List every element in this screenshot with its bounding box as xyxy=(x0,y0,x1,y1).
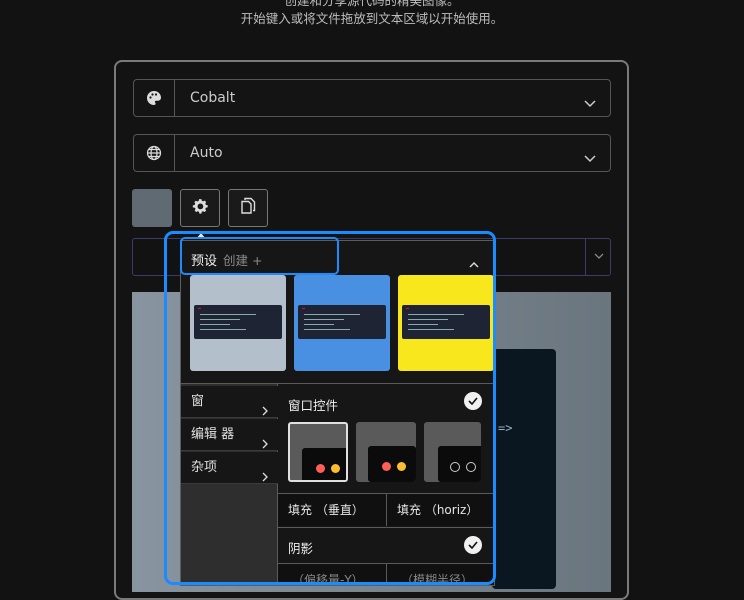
theme-select[interactable]: Cobalt xyxy=(133,79,611,117)
menu-item-misc[interactable]: 杂项 xyxy=(181,452,278,484)
padding-vertical-field[interactable]: 填充 （垂直） xyxy=(278,494,387,526)
checkmark-icon xyxy=(468,397,478,405)
copy-icon xyxy=(240,197,256,219)
preset-thumbnail[interactable] xyxy=(294,275,390,371)
shadow-offset-y-field[interactable]: （偏移量-Y） xyxy=(278,564,387,586)
presets-header[interactable]: 预设 创建 + xyxy=(181,241,494,275)
settings-button[interactable] xyxy=(180,189,220,227)
chevron-down-icon xyxy=(584,148,596,167)
padding-horizontal-field[interactable]: 填充 （horiz） xyxy=(387,494,494,526)
menu-item-editor[interactable]: 编辑 器 xyxy=(181,419,278,451)
divider xyxy=(278,527,494,528)
presets-label: 预设 xyxy=(191,254,218,269)
chevron-up-icon[interactable] xyxy=(469,253,479,272)
menu-item-label: 编辑 器 xyxy=(191,427,235,442)
intro-text-line1: 创建和分享源代码的精美图像。 xyxy=(284,0,460,8)
shadow-offset-y-placeholder: （偏移量-Y） xyxy=(292,573,364,586)
intro-text-line2: 开始键入或将文件拖放到文本区域以开始使用。 xyxy=(240,11,504,26)
copy-button[interactable] xyxy=(228,189,268,227)
language-select[interactable]: Auto xyxy=(133,134,611,172)
background-color-swatch[interactable] xyxy=(132,189,172,227)
window-style-option[interactable] xyxy=(356,422,416,482)
menu-item-window[interactable]: 窗 xyxy=(181,386,278,418)
globe-icon xyxy=(134,135,175,171)
window-controls-label: 窗口控件 xyxy=(288,398,339,413)
create-preset-button[interactable]: 创建 + xyxy=(223,250,262,269)
window-controls-toggle[interactable] xyxy=(464,392,482,410)
settings-menu: 窗 编辑 器 杂项 xyxy=(181,384,278,585)
theme-select-value: Cobalt xyxy=(190,90,236,106)
window-style-option[interactable] xyxy=(424,422,481,482)
preset-thumbnail[interactable] xyxy=(398,275,494,371)
chevron-down-icon xyxy=(584,93,596,112)
gear-icon xyxy=(192,198,208,218)
palette-icon xyxy=(134,80,175,116)
code-window[interactable]: => xyxy=(492,349,556,589)
shadow-label: 阴影 xyxy=(288,541,314,556)
padding-horizontal-label: 填充 （horiz） xyxy=(397,503,479,517)
preset-thumbnail[interactable] xyxy=(190,275,286,371)
export-menu-button[interactable] xyxy=(585,238,611,276)
shadow-blur-radius-field[interactable]: （模糊半径） xyxy=(387,564,494,586)
checkmark-icon xyxy=(468,541,478,549)
language-select-value: Auto xyxy=(190,145,223,161)
chevron-right-icon xyxy=(262,463,268,495)
shadow-toggle[interactable] xyxy=(464,536,482,554)
window-style-option[interactable] xyxy=(288,422,348,482)
code-snippet: => xyxy=(498,421,513,435)
padding-vertical-label: 填充 （垂直） xyxy=(288,503,364,517)
menu-item-label: 窗 xyxy=(191,394,205,409)
settings-panel: 预设 创建 + 窗 编辑 器 杂项 窗口控件 填充 （垂直） 填充 （horiz… xyxy=(180,240,495,586)
shadow-blur-radius-placeholder: （模糊半径） xyxy=(401,573,474,586)
menu-item-label: 杂项 xyxy=(191,460,218,475)
